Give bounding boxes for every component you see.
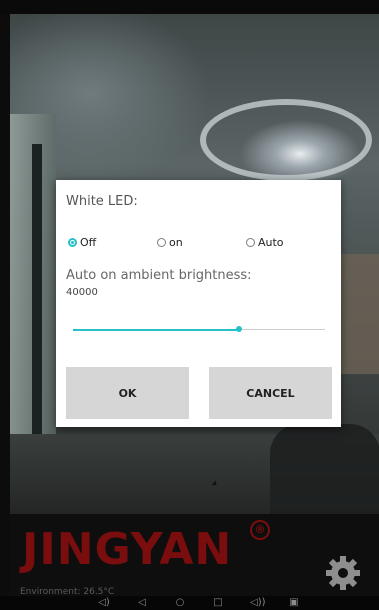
dialog-title: White LED:	[66, 194, 138, 209]
radio-indicator	[68, 237, 77, 247]
radio-label: Off	[80, 235, 97, 249]
top-frame	[0, 0, 379, 14]
ambient-brightness-value: 40000	[66, 287, 98, 298]
radio-indicator	[246, 237, 255, 247]
settings-button[interactable]	[322, 552, 364, 594]
screenshot-icon[interactable]: ▣	[288, 597, 300, 608]
gear-icon	[326, 556, 360, 590]
camera-desk	[340, 254, 379, 374]
camera-ceiling-light	[200, 99, 372, 181]
radio-on[interactable]: on	[157, 234, 183, 250]
brand-logo: JINGYAN	[22, 524, 233, 575]
registered-mark: ®	[250, 520, 270, 540]
system-navigation-bar	[0, 596, 379, 610]
cancel-button[interactable]: CANCEL	[209, 367, 332, 419]
home-icon[interactable]: ○	[174, 597, 186, 608]
ok-button[interactable]: OK	[66, 367, 189, 419]
radio-label: on	[169, 235, 183, 249]
radio-auto[interactable]: Auto	[246, 234, 284, 250]
camera-pillar	[32, 144, 42, 484]
volume-down-icon[interactable]: ◁)	[98, 597, 110, 608]
ambient-brightness-slider[interactable]	[73, 326, 325, 334]
slider-fill	[73, 329, 240, 331]
ambient-brightness-label: Auto on ambient brightness:	[66, 268, 252, 283]
radio-indicator	[157, 237, 166, 247]
white-led-dialog: White LED: Off on Auto Auto on ambient b…	[56, 180, 341, 427]
radio-label: Auto	[258, 235, 284, 249]
volume-up-icon[interactable]: ◁))	[250, 597, 266, 608]
camera-chair	[270, 424, 379, 514]
back-icon[interactable]: ◁	[136, 597, 148, 608]
recents-icon[interactable]: □	[212, 597, 224, 608]
slider-thumb[interactable]	[236, 326, 243, 332]
radio-off[interactable]: Off	[68, 234, 96, 250]
